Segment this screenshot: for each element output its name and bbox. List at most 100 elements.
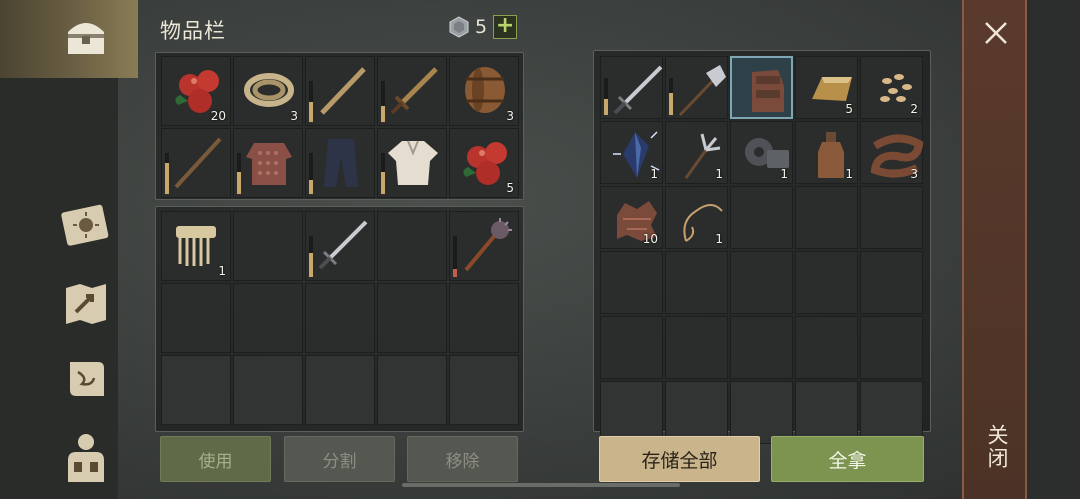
right_items-slot[interactable] xyxy=(860,381,923,444)
right_items-slot[interactable] xyxy=(730,56,793,119)
durability-bar xyxy=(309,153,313,194)
right_items-slot[interactable] xyxy=(600,381,663,444)
steel-sword-icon xyxy=(613,65,663,115)
right_items-slot[interactable] xyxy=(665,316,728,379)
left_items-slot[interactable] xyxy=(161,355,231,425)
left_items-slot[interactable] xyxy=(305,355,375,425)
spear-icon xyxy=(174,137,222,189)
right_items-slot[interactable] xyxy=(600,316,663,379)
left_items-slot[interactable] xyxy=(377,211,447,281)
right_items-slot[interactable]: 1 xyxy=(665,186,728,249)
wooden-stick-icon xyxy=(320,67,366,115)
right_items-slot[interactable] xyxy=(665,56,728,119)
item-quantity: 10 xyxy=(642,232,658,246)
character-icon[interactable] xyxy=(56,428,116,488)
durability-bar xyxy=(453,236,457,277)
left_items-slot[interactable] xyxy=(161,283,231,353)
right_items-slot[interactable] xyxy=(730,316,793,379)
durability-bar xyxy=(165,153,169,194)
item-quantity: 1 xyxy=(845,167,853,181)
left_items-slot[interactable]: 1 xyxy=(161,211,231,281)
scroll-indicator xyxy=(402,483,680,487)
left_items-slot[interactable] xyxy=(305,211,375,281)
right_items-slot[interactable]: 10 xyxy=(600,186,663,249)
chainmail-icon xyxy=(246,143,292,185)
right_items-slot[interactable] xyxy=(600,56,663,119)
durability-bar xyxy=(309,81,313,122)
right_items-slot[interactable]: 1 xyxy=(795,121,858,184)
inventory-grid-bottom: 1 xyxy=(161,211,519,425)
right_items-slot[interactable]: 5 xyxy=(795,56,858,119)
left_items-slot[interactable] xyxy=(377,128,447,198)
durability-bar xyxy=(604,78,608,115)
trousers-icon xyxy=(324,139,358,187)
quest-scroll-icon[interactable] xyxy=(56,350,116,410)
right_items-slot[interactable] xyxy=(730,251,793,314)
item-quantity: 3 xyxy=(506,109,514,123)
right_items-slot[interactable] xyxy=(795,251,858,314)
item-quantity: 5 xyxy=(506,181,514,195)
close-icon[interactable] xyxy=(981,18,1011,48)
right_items-slot[interactable]: 3 xyxy=(860,121,924,184)
store-all-button[interactable]: 存储全部 xyxy=(599,436,760,482)
item-quantity: 3 xyxy=(910,167,918,181)
item-quantity: 5 xyxy=(845,102,853,116)
close-panel[interactable]: 关闭 xyxy=(962,0,1027,499)
sun-scroll-icon[interactable] xyxy=(56,196,116,256)
left_items-slot[interactable] xyxy=(233,128,303,198)
durability-bar xyxy=(669,78,673,115)
left_items-slot[interactable] xyxy=(377,283,447,353)
left_items-slot[interactable]: 3 xyxy=(233,56,303,126)
right_items-slot[interactable]: 2 xyxy=(860,56,923,119)
left_items-slot[interactable] xyxy=(233,355,303,425)
left_items-slot[interactable] xyxy=(377,56,447,126)
right_items-slot[interactable] xyxy=(860,316,923,379)
item-quantity: 3 xyxy=(290,109,298,123)
item-quantity: 1 xyxy=(715,232,723,246)
left_items-slot[interactable] xyxy=(305,283,375,353)
right_items-slot[interactable] xyxy=(795,316,858,379)
durability-bar xyxy=(237,153,241,194)
add-currency-button[interactable]: + xyxy=(493,15,518,39)
right_items-slot[interactable]: 1 xyxy=(730,121,793,184)
map-icon[interactable] xyxy=(56,274,116,334)
right_items-slot[interactable] xyxy=(860,186,923,249)
close-label[interactable]: 关闭 xyxy=(982,424,1012,470)
split-button[interactable]: 分割 xyxy=(284,436,395,482)
right_items-slot[interactable]: 1 xyxy=(665,121,728,184)
right_items-slot[interactable] xyxy=(730,381,793,444)
left_items-slot[interactable] xyxy=(449,355,519,425)
right-edge xyxy=(1027,0,1080,499)
left_items-slot[interactable]: 5 xyxy=(449,128,519,198)
take-all-button[interactable]: 全拿 xyxy=(771,436,924,482)
item-quantity: 1 xyxy=(780,167,788,181)
inventory-title: 物品栏 xyxy=(160,19,226,43)
currency-count: 5 xyxy=(475,16,488,38)
left_items-slot[interactable] xyxy=(305,128,375,198)
right_items-slot[interactable] xyxy=(795,381,858,444)
right_items-slot[interactable] xyxy=(795,186,858,249)
left_items-slot[interactable] xyxy=(377,355,447,425)
left_items-slot[interactable] xyxy=(449,211,519,281)
right_items-slot[interactable] xyxy=(730,186,793,249)
item-quantity: 2 xyxy=(910,102,918,116)
right_items-slot[interactable] xyxy=(665,251,728,314)
right_items-slot[interactable]: 1 xyxy=(600,121,663,184)
left_items-slot[interactable] xyxy=(449,283,519,353)
right_items-slot[interactable] xyxy=(600,251,663,314)
remove-button[interactable]: 移除 xyxy=(407,436,518,482)
left_items-slot[interactable] xyxy=(233,283,303,353)
right_items-slot[interactable] xyxy=(860,251,923,314)
left_items-slot[interactable]: 20 xyxy=(161,56,231,126)
left_items-slot[interactable] xyxy=(305,56,375,126)
use-button[interactable]: 使用 xyxy=(160,436,271,482)
steel-sword-icon xyxy=(318,220,368,270)
bronze-sword-icon xyxy=(390,67,438,115)
left_items-slot[interactable] xyxy=(161,128,231,198)
halberd-icon xyxy=(678,65,726,117)
left_items-slot[interactable]: 3 xyxy=(449,56,519,126)
left_items-slot[interactable] xyxy=(233,211,303,281)
chest-icon[interactable] xyxy=(56,8,116,68)
durability-bar xyxy=(381,153,385,194)
right_items-slot[interactable] xyxy=(665,381,728,444)
